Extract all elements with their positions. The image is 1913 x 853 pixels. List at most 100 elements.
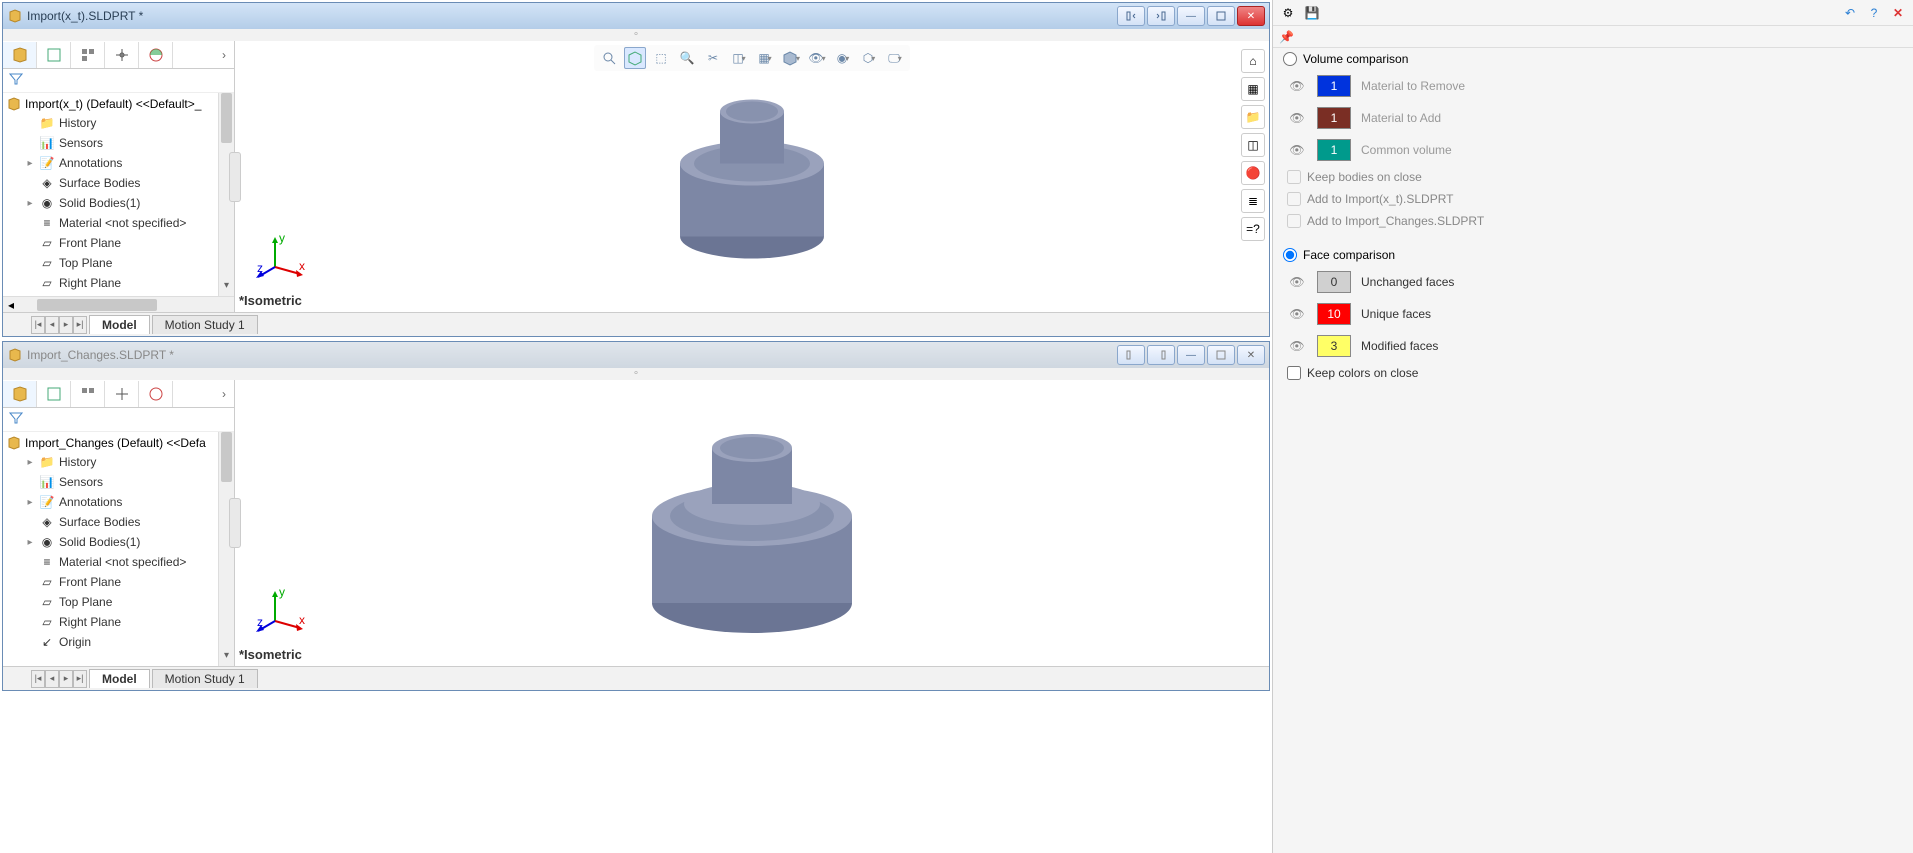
eye-icon[interactable]: 👁 bbox=[1287, 338, 1307, 354]
sensors-icon: 📊 bbox=[39, 135, 55, 151]
add-to-1-checkbox[interactable]: Add to Import(x_t).SLDPRT bbox=[1273, 188, 1913, 210]
property-manager-tab[interactable] bbox=[37, 42, 71, 68]
add-to-2-checkbox[interactable]: Add to Import_Changes.SLDPRT bbox=[1273, 210, 1913, 232]
window-controls-2: — ✕ bbox=[1117, 345, 1265, 365]
sensors-icon: 📊 bbox=[39, 474, 55, 490]
eye-icon[interactable]: 👁 bbox=[1287, 142, 1307, 158]
viewport-1[interactable]: ⬚ 🔍 ✂ ◫▾ ▦▾ ▾ 👁▾ ◉▾ ⬡▾ 🖵▾ ⌂ ▦ 📁 ◫ 🔴 bbox=[235, 41, 1269, 312]
tree-item-label: Right Plane bbox=[59, 615, 121, 629]
eye-icon[interactable]: 👁 bbox=[1287, 306, 1307, 322]
panel-tabs-1: › bbox=[3, 41, 234, 69]
model-tab[interactable]: Model bbox=[89, 315, 150, 334]
eye-icon[interactable]: 👁 bbox=[1287, 78, 1307, 94]
filter-icon[interactable] bbox=[9, 72, 23, 89]
display-manager-tab[interactable] bbox=[139, 381, 173, 407]
win-prev-button[interactable] bbox=[1117, 6, 1145, 26]
tab-prev-button[interactable]: ◂ bbox=[45, 316, 59, 334]
history-icon: 📁 bbox=[39, 454, 55, 470]
dim-manager-tab[interactable] bbox=[105, 381, 139, 407]
tree-item-label: Right Plane bbox=[59, 276, 121, 290]
motion-study-tab[interactable]: Motion Study 1 bbox=[152, 315, 258, 334]
feature-tree-2[interactable]: Import_Changes (Default) <<Defa ▸📁Histor… bbox=[3, 432, 234, 666]
collapse-handle[interactable]: ∘ bbox=[3, 368, 1269, 380]
motion-study-tab[interactable]: Motion Study 1 bbox=[152, 669, 258, 688]
eye-icon[interactable]: 👁 bbox=[1287, 274, 1307, 290]
maximize-button[interactable] bbox=[1207, 345, 1235, 365]
feature-manager-tab[interactable] bbox=[3, 381, 37, 407]
forum-icon[interactable]: =? bbox=[1241, 217, 1265, 241]
home-icon[interactable]: ⌂ bbox=[1241, 49, 1265, 73]
save-icon[interactable]: 💾 bbox=[1303, 4, 1321, 22]
tree-scrollbar-h[interactable]: ◂ bbox=[3, 296, 234, 312]
close-button[interactable]: ✕ bbox=[1237, 345, 1265, 365]
tab-first-button[interactable]: |◂ bbox=[31, 670, 45, 688]
svg-text:x: x bbox=[299, 613, 305, 627]
display-manager-tab[interactable] bbox=[139, 42, 173, 68]
maximize-button[interactable] bbox=[1207, 6, 1235, 26]
close-icon[interactable]: ✕ bbox=[1889, 4, 1907, 22]
appearances-icon[interactable]: 🔴 bbox=[1241, 161, 1265, 185]
volume-item-label: Material to Remove bbox=[1361, 79, 1465, 93]
panel-expand-arrow[interactable]: › bbox=[173, 387, 234, 401]
undo-icon[interactable]: ↶ bbox=[1841, 4, 1859, 22]
panel-expand-arrow[interactable]: › bbox=[173, 48, 234, 62]
minimize-button[interactable]: — bbox=[1177, 6, 1205, 26]
custom-props-icon[interactable]: ≣ bbox=[1241, 189, 1265, 213]
titlebar-2: Import_Changes.SLDPRT * — ✕ bbox=[3, 342, 1269, 368]
face-item-unchanged: 👁 0 Unchanged faces bbox=[1273, 266, 1913, 298]
render-icon[interactable]: 🖵▾ bbox=[884, 47, 906, 69]
config-manager-tab[interactable] bbox=[71, 42, 105, 68]
dim-manager-tab[interactable] bbox=[105, 42, 139, 68]
feature-tree-1[interactable]: Import(x_t) (Default) <<Default>_ ▸📁Hist… bbox=[3, 93, 234, 296]
tab-next-button[interactable]: ▸ bbox=[59, 316, 73, 334]
plane-icon: ▱ bbox=[39, 255, 55, 271]
tab-prev-button[interactable]: ◂ bbox=[45, 670, 59, 688]
tab-first-button[interactable]: |◂ bbox=[31, 316, 45, 334]
volume-item-add: 👁 1 Material to Add bbox=[1273, 102, 1913, 134]
view-orientation-label: *Isometric bbox=[239, 293, 302, 308]
viewport-2[interactable]: yxz *Isometric bbox=[235, 380, 1269, 666]
minimize-button[interactable]: — bbox=[1177, 345, 1205, 365]
tree-item-label: Front Plane bbox=[59, 236, 121, 250]
tab-next-button[interactable]: ▸ bbox=[59, 670, 73, 688]
help-icon[interactable]: ? bbox=[1865, 4, 1883, 22]
tab-last-button[interactable]: ▸| bbox=[73, 316, 87, 334]
tree-item-label: Material <not specified> bbox=[59, 216, 186, 230]
filter-row bbox=[3, 408, 234, 432]
resources-icon[interactable]: ▦ bbox=[1241, 77, 1265, 101]
library-icon[interactable]: 📁 bbox=[1241, 105, 1265, 129]
task-pane-tabs: ⌂ ▦ 📁 ◫ 🔴 ≣ =? bbox=[1241, 49, 1265, 241]
view-orientation-label: *Isometric bbox=[239, 647, 302, 662]
filter-icon[interactable] bbox=[9, 411, 23, 428]
config-manager-tab[interactable] bbox=[71, 381, 105, 407]
feature-manager-tab[interactable] bbox=[3, 42, 37, 68]
zoom-fit-icon[interactable] bbox=[598, 47, 620, 69]
pin-icon[interactable]: 📌 bbox=[1279, 30, 1294, 44]
volume-comparison-radio[interactable]: Volume comparison bbox=[1273, 48, 1913, 70]
tree-item-label: Solid Bodies(1) bbox=[59, 196, 140, 210]
gear-icon[interactable]: ⚙ bbox=[1279, 4, 1297, 22]
material-icon: ≡ bbox=[39, 215, 55, 231]
win-next-button[interactable] bbox=[1147, 345, 1175, 365]
face-comparison-radio[interactable]: Face comparison bbox=[1273, 244, 1913, 266]
win-prev-button[interactable] bbox=[1117, 345, 1145, 365]
splitter-handle[interactable] bbox=[229, 152, 241, 202]
tree-item-label: Top Plane bbox=[59, 256, 112, 270]
keep-colors-checkbox[interactable]: Keep colors on close bbox=[1273, 362, 1913, 384]
eye-icon[interactable]: 👁 bbox=[1287, 110, 1307, 126]
display-style-icon[interactable] bbox=[624, 47, 646, 69]
tree-scrollbar-v[interactable]: ▴▾ bbox=[218, 432, 234, 666]
view-palette-icon[interactable]: ◫ bbox=[1241, 133, 1265, 157]
view-settings-icon[interactable]: ⬡▾ bbox=[858, 47, 880, 69]
count-swatch: 1 bbox=[1317, 139, 1351, 161]
win-next-button[interactable] bbox=[1147, 6, 1175, 26]
collapse-handle[interactable]: ∘ bbox=[3, 29, 1269, 41]
splitter-handle[interactable] bbox=[229, 498, 241, 548]
close-button[interactable]: ✕ bbox=[1237, 6, 1265, 26]
window-title-1: Import(x_t).SLDPRT * bbox=[27, 9, 1113, 23]
model-tab[interactable]: Model bbox=[89, 669, 150, 688]
tree-item-label: Sensors bbox=[59, 136, 103, 150]
keep-bodies-checkbox[interactable]: Keep bodies on close bbox=[1273, 166, 1913, 188]
property-manager-tab[interactable] bbox=[37, 381, 71, 407]
tab-last-button[interactable]: ▸| bbox=[73, 670, 87, 688]
